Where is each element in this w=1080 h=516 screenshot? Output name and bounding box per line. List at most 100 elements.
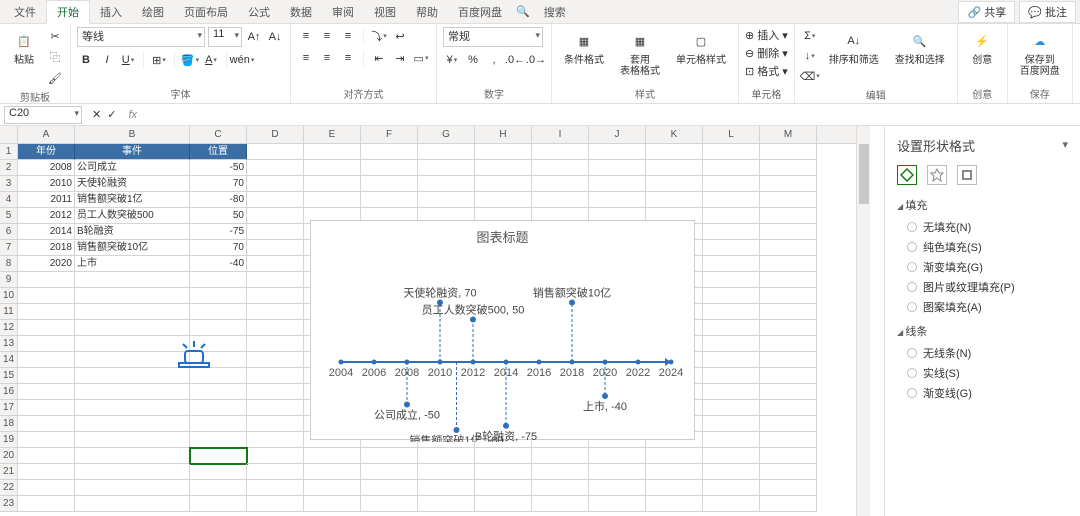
alarm-shape[interactable]: [175, 339, 213, 372]
cell[interactable]: [247, 304, 304, 320]
cell[interactable]: [190, 416, 247, 432]
cell[interactable]: 位置: [190, 144, 247, 160]
cell[interactable]: [190, 304, 247, 320]
table-format-button[interactable]: ▦套用 表格格式: [614, 27, 666, 79]
cell[interactable]: [760, 240, 817, 256]
fill-option[interactable]: 纯色填充(S): [907, 239, 1068, 255]
align-right-button[interactable]: ≡: [339, 49, 357, 67]
column-header[interactable]: B: [75, 126, 190, 143]
cell[interactable]: [75, 320, 190, 336]
decrease-font-button[interactable]: A↓: [266, 28, 284, 46]
cell[interactable]: [75, 288, 190, 304]
cell[interactable]: [190, 272, 247, 288]
tab-insert[interactable]: 插入: [90, 1, 132, 23]
fx-icon[interactable]: fx: [122, 109, 143, 121]
row-header[interactable]: 21: [0, 464, 18, 480]
cell[interactable]: [247, 448, 304, 464]
cell[interactable]: -80: [190, 192, 247, 208]
indent-decrease-button[interactable]: ⇤: [370, 49, 388, 67]
cell[interactable]: [418, 160, 475, 176]
column-header[interactable]: C: [190, 126, 247, 143]
cell[interactable]: [247, 256, 304, 272]
cell[interactable]: [646, 160, 703, 176]
cell[interactable]: 天使轮融资: [75, 176, 190, 192]
align-top-button[interactable]: ≡: [297, 27, 315, 45]
cell[interactable]: [760, 192, 817, 208]
cell[interactable]: [75, 496, 190, 512]
cell[interactable]: [304, 480, 361, 496]
cell[interactable]: [475, 448, 532, 464]
cell[interactable]: [18, 448, 75, 464]
fill-option[interactable]: 渐变填充(G): [907, 259, 1068, 275]
cell[interactable]: [475, 496, 532, 512]
cell[interactable]: [418, 176, 475, 192]
increase-font-button[interactable]: A↑: [245, 28, 263, 46]
cell[interactable]: [247, 176, 304, 192]
row-header[interactable]: 4: [0, 192, 18, 208]
cell[interactable]: [703, 448, 760, 464]
cell[interactable]: [760, 304, 817, 320]
cell[interactable]: [18, 272, 75, 288]
cell[interactable]: 50: [190, 208, 247, 224]
cell[interactable]: 2020: [18, 256, 75, 272]
cell[interactable]: [18, 352, 75, 368]
cell[interactable]: [760, 256, 817, 272]
cell[interactable]: [703, 176, 760, 192]
cell[interactable]: [18, 464, 75, 480]
italic-button[interactable]: I: [98, 51, 116, 69]
cut-button[interactable]: ✂: [46, 27, 64, 45]
cell[interactable]: [532, 480, 589, 496]
cell[interactable]: [247, 464, 304, 480]
share-button[interactable]: 🔗 共享: [958, 1, 1015, 23]
cell[interactable]: [18, 416, 75, 432]
column-header[interactable]: M: [760, 126, 817, 143]
cell[interactable]: [703, 368, 760, 384]
pane-tab-fill[interactable]: [897, 165, 917, 185]
find-select-button[interactable]: 🔍查找和选择: [889, 27, 951, 68]
row-header[interactable]: 2: [0, 160, 18, 176]
cell[interactable]: 70: [190, 240, 247, 256]
increase-decimal-button[interactable]: .0←: [506, 51, 524, 69]
cell[interactable]: 2012: [18, 208, 75, 224]
cell[interactable]: [75, 448, 190, 464]
cell[interactable]: [703, 304, 760, 320]
section-line[interactable]: 线条: [897, 323, 1068, 339]
column-header[interactable]: E: [304, 126, 361, 143]
column-header[interactable]: J: [589, 126, 646, 143]
cell[interactable]: [247, 368, 304, 384]
cell[interactable]: [475, 176, 532, 192]
row-header[interactable]: 1: [0, 144, 18, 160]
cell[interactable]: [247, 224, 304, 240]
cell[interactable]: [760, 496, 817, 512]
comments-button[interactable]: 💬 批注: [1019, 1, 1076, 23]
bold-button[interactable]: B: [77, 51, 95, 69]
cell[interactable]: [361, 192, 418, 208]
clear-button[interactable]: ⌫: [801, 67, 819, 85]
cell[interactable]: [75, 352, 190, 368]
cell[interactable]: [247, 496, 304, 512]
cell[interactable]: [703, 208, 760, 224]
pane-close-button[interactable]: ▾: [1062, 138, 1068, 151]
row-header[interactable]: 18: [0, 416, 18, 432]
column-header[interactable]: F: [361, 126, 418, 143]
cell[interactable]: 2010: [18, 176, 75, 192]
line-option[interactable]: 实线(S): [907, 365, 1068, 381]
tab-review[interactable]: 审阅: [322, 1, 364, 23]
cell[interactable]: [532, 176, 589, 192]
cell[interactable]: -50: [190, 160, 247, 176]
cell[interactable]: [247, 384, 304, 400]
cell[interactable]: 销售额突破1亿: [75, 192, 190, 208]
align-bottom-button[interactable]: ≡: [339, 27, 357, 45]
cell[interactable]: [75, 432, 190, 448]
tab-layout[interactable]: 页面布局: [174, 1, 238, 23]
cell[interactable]: [190, 480, 247, 496]
cell[interactable]: [75, 368, 190, 384]
cell[interactable]: B轮融资: [75, 224, 190, 240]
cell[interactable]: [190, 320, 247, 336]
cell[interactable]: [760, 416, 817, 432]
cell[interactable]: [532, 160, 589, 176]
tab-draw[interactable]: 绘图: [132, 1, 174, 23]
cell[interactable]: 销售额突破10亿: [75, 240, 190, 256]
cell[interactable]: [703, 464, 760, 480]
cell[interactable]: [190, 400, 247, 416]
